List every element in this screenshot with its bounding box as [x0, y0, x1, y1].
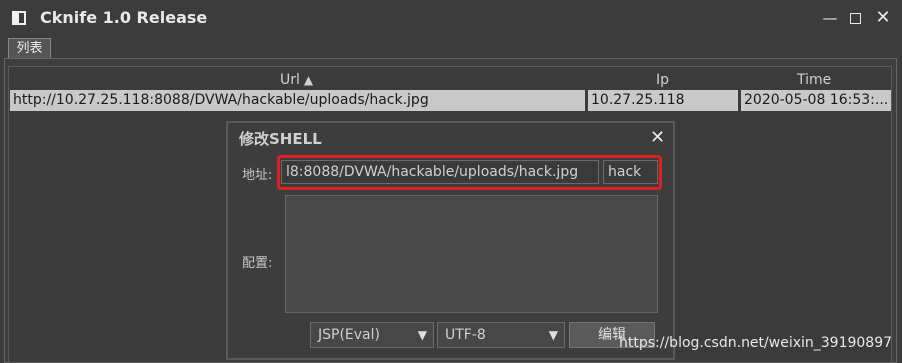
row-url-cell[interactable]: http://10.27.25.118:8088/DVWA/hackable/u… [10, 90, 585, 111]
column-header-url-label: Url [280, 72, 300, 88]
title-bar: Cknife 1.0 Release — ✕ [0, 0, 902, 36]
dialog-title: 修改SHELL [239, 130, 322, 148]
encoding-value: UTF-8 [445, 327, 486, 343]
chevron-down-icon: ▼ [417, 328, 427, 342]
shell-password-input[interactable]: hack [603, 160, 658, 184]
close-icon[interactable]: ✕ [873, 8, 893, 28]
sort-up-icon: ▲ [303, 73, 314, 87]
chevron-down-icon: ▼ [548, 328, 558, 342]
maximize-icon[interactable] [845, 8, 865, 28]
minimize-icon[interactable]: — [820, 8, 840, 28]
tab-list[interactable]: 列表 [8, 38, 51, 59]
table-row[interactable]: http://10.27.25.118:8088/DVWA/hackable/u… [10, 90, 891, 111]
app-icon [12, 11, 26, 25]
shell-type-value: JSP(Eval) [318, 327, 380, 343]
dialog-close-icon[interactable]: ✕ [650, 127, 665, 148]
row-ip-cell[interactable]: 10.27.25.118 [588, 90, 738, 111]
address-label: 地址: [242, 168, 273, 183]
column-header-ip[interactable]: Ip [656, 70, 669, 90]
row-time-cell[interactable]: 2020-05-08 16:53:... [741, 90, 891, 111]
column-header-time[interactable]: Time [797, 70, 831, 90]
shell-url-input[interactable]: l8:8088/DVWA/hackable/uploads/hack.jpg [281, 160, 599, 184]
column-header-url[interactable]: Url ▲ [280, 70, 313, 90]
config-textarea[interactable] [285, 195, 658, 313]
config-label: 配置: [242, 256, 273, 271]
encoding-select[interactable]: UTF-8 ▼ [437, 322, 565, 348]
window-title: Cknife 1.0 Release [40, 8, 208, 27]
shell-type-select[interactable]: JSP(Eval) ▼ [310, 322, 434, 348]
watermark: https://blog.csdn.net/weixin_39190897 [619, 335, 893, 351]
